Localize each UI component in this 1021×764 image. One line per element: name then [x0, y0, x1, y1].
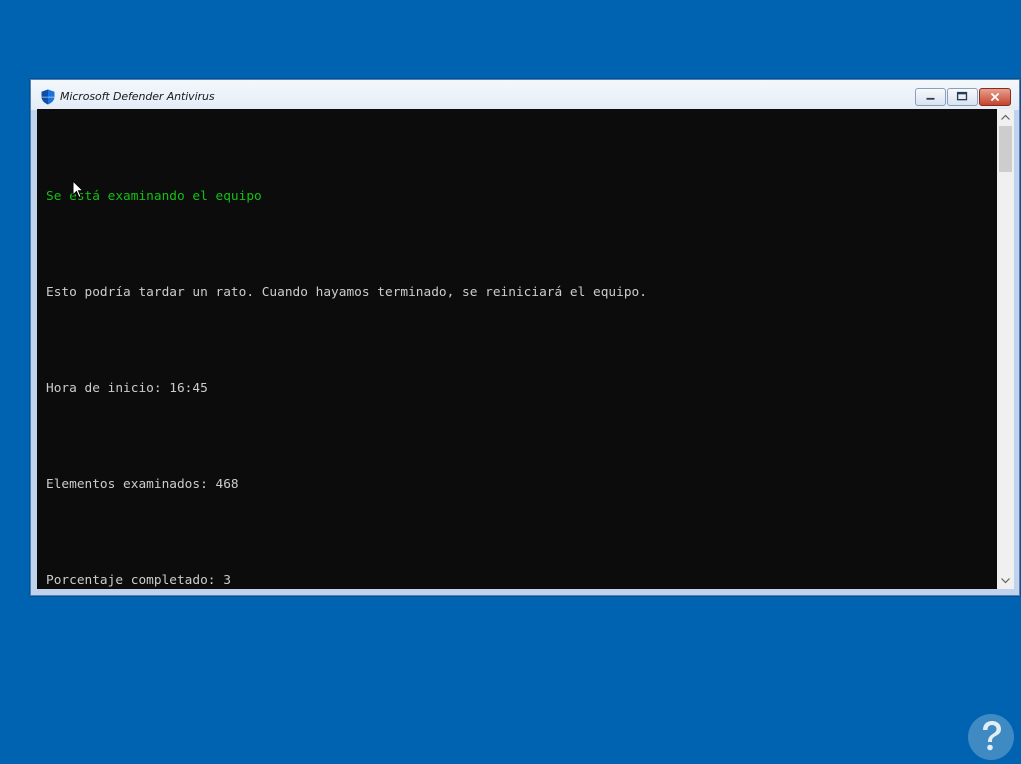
mouse-pointer-icon [72, 180, 84, 199]
items-scanned: Elementos examinados: 468 [46, 477, 239, 492]
title-bar[interactable]: Microsoft Defender Antivirus [31, 80, 1019, 110]
maximize-button[interactable] [947, 88, 978, 106]
defender-console-window: Microsoft Defender Antivirus Se está exa… [30, 79, 1020, 596]
watermark-logo-icon [968, 714, 1014, 760]
window-controls [915, 88, 1011, 106]
shield-icon [41, 89, 55, 105]
scroll-down-arrow-icon[interactable] [997, 572, 1014, 589]
console-output[interactable]: Se está examinando el equipo Esto podría… [37, 109, 997, 589]
scroll-thumb[interactable] [999, 126, 1012, 172]
window-title: Microsoft Defender Antivirus [60, 90, 215, 103]
percent-complete: Porcentaje completado: 3 [46, 573, 231, 588]
start-time: Hora de inicio: 16:45 [46, 381, 208, 396]
minimize-button[interactable] [915, 88, 946, 106]
maximize-icon [956, 91, 968, 101]
scan-status-heading: Se está examinando el equipo [46, 189, 262, 204]
scan-description: Esto podría tardar un rato. Cuando hayam… [46, 285, 647, 300]
minimize-icon [926, 97, 935, 100]
vertical-scrollbar[interactable] [997, 109, 1014, 589]
scroll-up-arrow-icon[interactable] [997, 109, 1014, 126]
close-button[interactable] [979, 88, 1011, 106]
close-icon [990, 92, 1000, 102]
